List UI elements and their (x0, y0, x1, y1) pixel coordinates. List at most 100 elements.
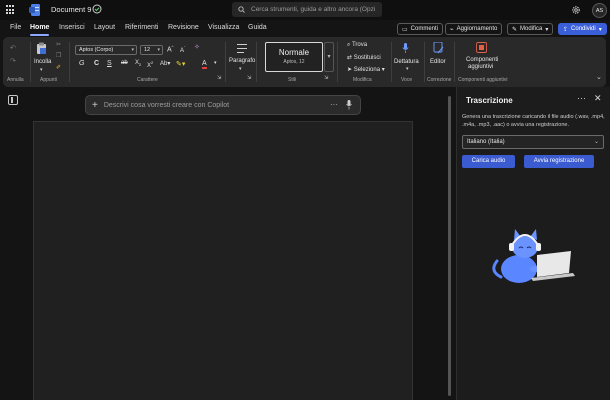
paragraph-dialog-launcher-icon[interactable]: ⇲ (247, 75, 251, 81)
change-case-icon[interactable]: Ab▾ (160, 60, 170, 67)
search-placeholder: Cerca strumenti, guida e altro ancora (O… (251, 6, 376, 13)
chevron-down-icon: ▾ (131, 47, 134, 53)
search-icon: ⌕ (347, 42, 351, 48)
tab-insert[interactable]: Inserisci (59, 24, 85, 31)
language-select[interactable]: Italiano (Italia) ⌄ (462, 135, 604, 149)
pane-description: Genera una trascrizione caricando il fil… (462, 114, 605, 128)
divider (391, 42, 392, 82)
clear-formatting-icon[interactable]: ✧ (194, 43, 200, 51)
superscript-icon[interactable]: X2 (147, 60, 153, 69)
settings-gear-icon[interactable] (571, 5, 581, 15)
dictate-button[interactable]: Dettatura (394, 59, 419, 65)
close-icon[interactable]: ✕ (594, 93, 602, 104)
chevron-down-icon: ▾ (157, 47, 160, 53)
share-button[interactable]: ⇪ Condividi ▾ (558, 23, 607, 35)
font-group-label: Carattere (137, 77, 158, 83)
font-size-select[interactable]: 12 ▾ (140, 45, 163, 55)
update-button[interactable]: ⌁ Aggiornamento (445, 23, 503, 35)
tab-file[interactable]: File (10, 24, 21, 31)
user-avatar[interactable]: AS (592, 3, 607, 18)
more-options-icon[interactable]: ··· (577, 93, 586, 103)
tab-references[interactable]: Riferimenti (125, 24, 158, 31)
upload-audio-button[interactable]: Carica audio (462, 155, 515, 168)
editor-icon[interactable] (433, 42, 444, 54)
strikethrough-icon[interactable]: ab (121, 60, 128, 66)
paste-icon[interactable] (36, 42, 47, 55)
undo-icon[interactable]: ↶ (10, 44, 16, 52)
pencil-icon: ✎ (512, 26, 518, 33)
format-painter-icon[interactable]: ✐ (56, 64, 61, 71)
navigation-pane-icon[interactable] (8, 95, 18, 105)
tab-help[interactable]: Guida (248, 24, 267, 31)
paste-button[interactable]: Incolla (34, 59, 51, 65)
voice-group-label: Voce (401, 77, 413, 83)
ribbon: ↶ ↷ Annulla Incolla ▾ ✂ ❐ ✐ Appunti Apto… (3, 37, 606, 87)
word-logo-icon (29, 4, 40, 16)
paragraph-button[interactable]: Paragrafo (229, 58, 255, 64)
plus-icon[interactable]: + (92, 100, 98, 111)
italic-icon[interactable]: G (79, 60, 84, 67)
shrink-font-icon[interactable]: Aˇ (180, 45, 185, 54)
divider (454, 42, 455, 82)
comments-button[interactable]: ▭ Commenti (397, 23, 444, 35)
grow-font-icon[interactable]: A^ (167, 44, 174, 53)
add-ins-icon[interactable] (476, 42, 487, 53)
add-ins-button-line2[interactable]: aggiuntivi (468, 64, 493, 70)
search-icon (238, 6, 245, 13)
tab-home[interactable]: Home (30, 24, 49, 31)
chevron-down-icon: ▾ (598, 26, 602, 33)
subscript-icon[interactable]: X2 (135, 60, 141, 67)
more-options-icon[interactable]: ··· (330, 100, 338, 109)
style-normal[interactable]: Normale Aptos, 12 (265, 42, 323, 72)
styles-dialog-launcher-icon[interactable]: ⇲ (324, 75, 328, 81)
editing-mode-button[interactable]: ✎ Modifica ▾ (507, 23, 554, 35)
document-page[interactable] (33, 121, 413, 400)
start-recording-button[interactable]: Avvia registrazione (524, 155, 594, 168)
redo-icon[interactable]: ↷ (10, 57, 16, 65)
microphone-icon[interactable] (346, 100, 352, 110)
chevron-down-icon[interactable]: ▾ (406, 66, 409, 72)
saved-status-icon[interactable] (92, 4, 102, 14)
title-bar: Document 9 Cerca strumenti, guida e altr… (0, 0, 610, 20)
chevron-down-icon[interactable]: ▾ (239, 66, 242, 72)
activity-icon: ⌁ (450, 26, 454, 33)
styles-gallery-dropdown[interactable]: ▾ (324, 42, 334, 72)
app-launcher-icon[interactable] (6, 5, 16, 15)
underline-icon[interactable]: S (107, 60, 112, 67)
bold-icon[interactable]: C (94, 60, 99, 67)
scrollbar-thumb[interactable] (448, 96, 451, 396)
transcription-pane: Trascrizione ··· ✕ Genera una trascrizio… (456, 87, 610, 400)
add-ins-button-line1[interactable]: Componenti (466, 57, 498, 63)
cursor-icon: ➤ (347, 67, 353, 73)
highlight-icon[interactable]: ✎▾ (176, 60, 185, 68)
ribbon-expand-chevron-icon[interactable]: ⌄ (596, 73, 602, 81)
chevron-down-icon[interactable]: ▾ (40, 67, 43, 73)
vertical-scrollbar[interactable] (447, 88, 452, 400)
divider (69, 42, 70, 82)
paragraph-icon[interactable] (237, 44, 247, 53)
tab-view[interactable]: Visualizza (208, 24, 239, 31)
copy-icon[interactable]: ❐ (56, 52, 61, 59)
font-name-select[interactable]: Aptos (Corpo) ▾ (75, 45, 137, 55)
replace-button[interactable]: ⇄ Sostituisci (347, 54, 381, 61)
copilot-prompt-input[interactable]: + Descrivi cosa vorresti creare con Copi… (85, 95, 361, 115)
chevron-down-icon: ▾ (545, 26, 549, 33)
select-button[interactable]: ➤ Seleziona ▾ (347, 66, 385, 73)
tab-layout[interactable]: Layout (94, 24, 115, 31)
add-ins-group-label: Componenti aggiuntivi (458, 77, 508, 83)
find-button[interactable]: ⌕ Trova (347, 42, 367, 49)
font-dialog-launcher-icon[interactable]: ⇲ (217, 75, 221, 81)
microphone-icon[interactable] (402, 43, 409, 54)
comment-icon: ▭ (402, 26, 408, 33)
tab-review[interactable]: Revisione (168, 24, 199, 31)
divider (337, 42, 338, 82)
search-input[interactable]: Cerca strumenti, guida e altro ancora (O… (232, 2, 382, 17)
pane-title: Trascrizione (466, 96, 513, 105)
chevron-down-icon[interactable]: ▾ (214, 60, 217, 66)
font-color-icon[interactable]: A (202, 60, 207, 69)
cut-icon[interactable]: ✂ (56, 41, 61, 48)
document-title[interactable]: Document 9 (51, 5, 91, 14)
divider (424, 42, 425, 82)
editor-button[interactable]: Editor (430, 59, 446, 65)
editing-group-label: Modifica (353, 77, 372, 83)
